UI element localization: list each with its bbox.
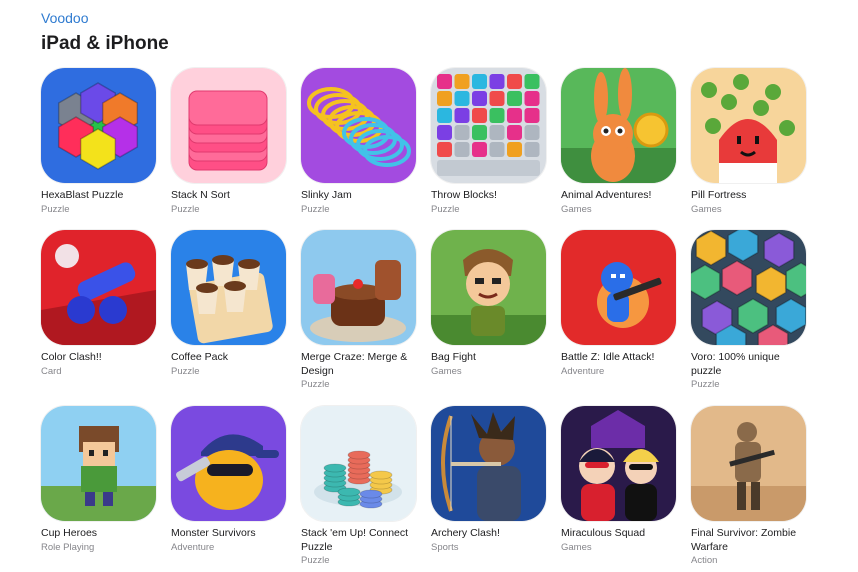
app-card[interactable]: Bag Fight Games <box>431 230 546 406</box>
app-category: Games <box>561 203 592 215</box>
app-name[interactable]: Cup Heroes <box>41 527 156 541</box>
app-card[interactable]: Slinky Jam Puzzle <box>301 68 416 230</box>
app-name[interactable]: Stack 'em Up! Connect Puzzle <box>301 527 416 554</box>
app-name[interactable]: Merge Craze: Merge & Design <box>301 351 416 378</box>
app-name[interactable]: Animal Adventures! <box>561 189 676 203</box>
app-category: Puzzle <box>41 203 70 215</box>
app-grid: HexaBlast Puzzle Puzzle Stack N Sort Puzzl… <box>41 68 806 567</box>
coffee-cups-icon[interactable] <box>171 230 286 345</box>
app-category: Puzzle <box>171 203 200 215</box>
app-card[interactable]: Battle Z: Idle Attack! Adventure <box>561 230 676 406</box>
app-card[interactable]: Voro: 100% unique puzzle Puzzle <box>691 230 806 406</box>
app-category: Puzzle <box>171 365 200 377</box>
desert-soldier-icon[interactable] <box>691 406 806 521</box>
app-card[interactable]: Color Clash!! Card <box>41 230 156 406</box>
app-category: Role Playing <box>41 541 95 553</box>
app-category: Games <box>691 203 722 215</box>
app-name[interactable]: Battle Z: Idle Attack! <box>561 351 676 365</box>
app-card[interactable]: HexaBlast Puzzle Puzzle <box>41 68 156 230</box>
blue-soldier-icon[interactable] <box>561 230 676 345</box>
app-name[interactable]: Color Clash!! <box>41 351 156 365</box>
app-name[interactable]: Throw Blocks! <box>431 189 546 203</box>
app-name[interactable]: Monster Survivors <box>171 527 286 541</box>
number-blocks-icon[interactable] <box>431 68 546 183</box>
app-category: Sports <box>431 541 459 553</box>
app-card[interactable]: Stack N Sort Puzzle <box>171 68 286 230</box>
archer-icon[interactable] <box>431 406 546 521</box>
cap-shooter-icon[interactable] <box>171 406 286 521</box>
app-card[interactable]: Monster Survivors Adventure <box>171 406 286 567</box>
app-card[interactable]: Coffee Pack Puzzle <box>171 230 286 406</box>
app-category: Puzzle <box>301 379 330 390</box>
app-name[interactable]: Stack N Sort <box>171 189 286 203</box>
app-card[interactable]: Merge Craze: Merge & Design Puzzle <box>301 230 416 406</box>
app-category: Puzzle <box>691 379 720 390</box>
hexagon-puzzle-icon[interactable] <box>41 68 156 183</box>
app-name[interactable]: HexaBlast Puzzle <box>41 189 156 203</box>
developer-link[interactable]: Voodoo <box>41 10 89 26</box>
cakes-icon[interactable] <box>301 230 416 345</box>
app-category: Games <box>431 365 462 377</box>
app-card[interactable]: Stack 'em Up! Connect Puzzle Puzzle <box>301 406 416 567</box>
app-category: Adventure <box>171 541 215 553</box>
app-card[interactable]: Final Survivor: Zombie Warfare Action <box>691 406 806 567</box>
app-name[interactable]: Bag Fight <box>431 351 546 365</box>
app-name[interactable]: Archery Clash! <box>431 527 546 541</box>
bunny-coin-icon[interactable] <box>561 68 676 183</box>
app-name[interactable]: Final Survivor: Zombie Warfare <box>691 527 806 554</box>
pink-stack-icon[interactable] <box>171 68 286 183</box>
slinky-icon[interactable] <box>301 68 416 183</box>
app-category: Games <box>561 541 592 553</box>
app-category: Puzzle <box>301 203 330 215</box>
app-card[interactable]: Cup Heroes Role Playing <box>41 406 156 567</box>
chip-stacks-icon[interactable] <box>301 406 416 521</box>
app-category: Puzzle <box>301 555 330 566</box>
pill-virus-icon[interactable] <box>691 68 806 183</box>
ladybug-catnoir-icon[interactable] <box>561 406 676 521</box>
warrior-hero-icon[interactable] <box>431 230 546 345</box>
app-card[interactable]: Animal Adventures! Games <box>561 68 676 230</box>
app-name[interactable]: Slinky Jam <box>301 189 416 203</box>
app-name[interactable]: Coffee Pack <box>171 351 286 365</box>
pixel-hero-icon[interactable] <box>41 406 156 521</box>
app-card[interactable]: Archery Clash! Sports <box>431 406 546 567</box>
app-category: Adventure <box>561 365 605 377</box>
app-card[interactable]: Miraculous Squad Games <box>561 406 676 567</box>
app-name[interactable]: Voro: 100% unique puzzle <box>691 351 806 378</box>
app-card[interactable]: Pill Fortress Games <box>691 68 806 230</box>
app-category: Card <box>41 365 62 377</box>
app-name[interactable]: Pill Fortress <box>691 189 806 203</box>
app-card[interactable]: Throw Blocks! Puzzle <box>431 68 546 230</box>
app-name[interactable]: Miraculous Squad <box>561 527 676 541</box>
app-category: Action <box>691 555 718 566</box>
app-category: Puzzle <box>431 203 460 215</box>
page-title: iPad & iPhone <box>41 33 169 54</box>
blue-cannon-icon[interactable] <box>41 230 156 345</box>
voronoi-cells-icon[interactable] <box>691 230 806 345</box>
